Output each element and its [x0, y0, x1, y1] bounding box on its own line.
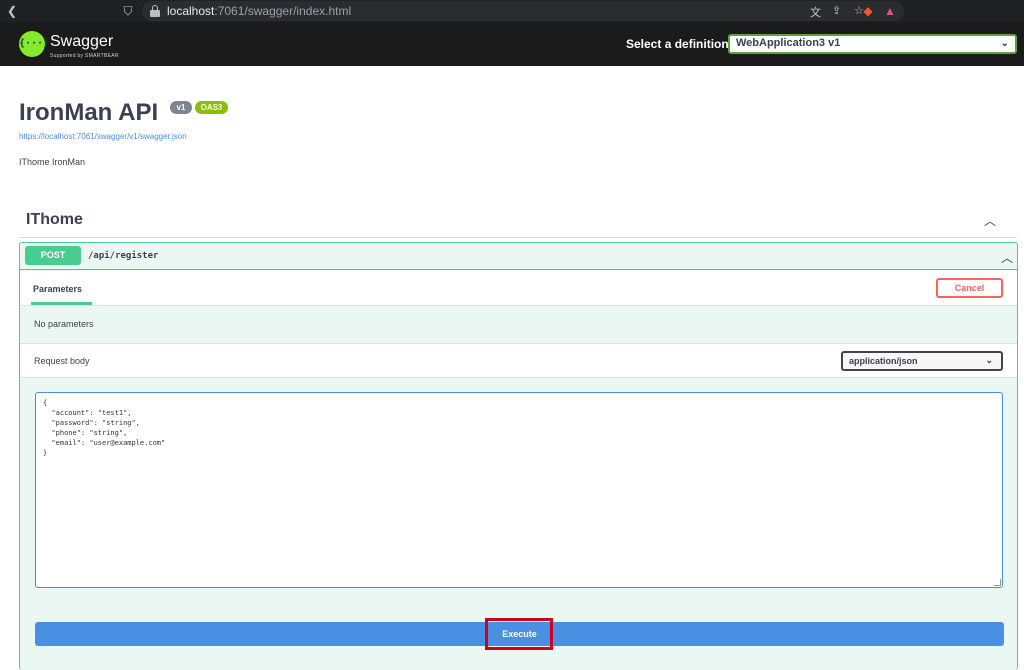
tab-parameters[interactable]: Parameters: [33, 284, 82, 294]
tab-active-indicator: [31, 302, 92, 305]
definition-select[interactable]: WebApplication3 v1 ⌄: [728, 34, 1017, 54]
request-body-editor[interactable]: { "account": "test1", "password": "strin…: [35, 392, 1003, 588]
definition-label: Select a definition: [626, 37, 729, 51]
resize-handle-icon[interactable]: [994, 579, 1001, 586]
request-body-header: Request body application/json ⌄: [20, 343, 1017, 378]
url-host: localhost: [167, 4, 215, 18]
collapse-chevron-icon[interactable]: ︿: [1001, 249, 1013, 266]
method-badge: POST: [25, 246, 81, 265]
lock-icon: [150, 5, 160, 17]
oas-badge: OAS3: [195, 101, 228, 114]
api-description: IThome IronMan: [19, 157, 86, 167]
translate-icon[interactable]: 文: [810, 4, 821, 20]
request-body-label: Request body: [34, 356, 90, 366]
api-title: IronMan API: [19, 99, 159, 126]
content-type-select[interactable]: application/json ⌄: [841, 351, 1003, 371]
smartbear-tagline: Supported by SMARTBEAR: [50, 53, 119, 59]
spec-url-link[interactable]: https://localhost:7061/swagger/v1/swagge…: [19, 132, 187, 141]
version-badge: v1: [170, 101, 192, 114]
url-path: :7061/swagger/index.html: [214, 4, 352, 18]
tag-divider: [19, 237, 1017, 238]
tag-header[interactable]: IThome: [26, 211, 83, 229]
operation-summary[interactable]: POST /api/register ︿: [20, 243, 1017, 270]
brave-shield-icon[interactable]: ◆: [860, 3, 876, 19]
brave-rewards-icon[interactable]: ▲: [882, 3, 898, 19]
chevron-down-icon: ⌄: [985, 355, 993, 365]
cancel-button[interactable]: Cancel: [936, 278, 1003, 298]
no-parameters-text: No parameters: [34, 319, 94, 329]
swagger-logo-icon: {···}: [19, 31, 49, 57]
chevron-up-icon[interactable]: ︿: [984, 212, 996, 229]
swagger-logo-text: Swagger: [50, 33, 114, 50]
address-bar[interactable]: localhost:7061/swagger/index.html 文 ⇪ ☆: [142, 1, 904, 21]
operation-block: POST /api/register ︿ Parameters Cancel N…: [19, 242, 1018, 670]
content-type-value: application/json: [849, 356, 918, 366]
parameters-header: Parameters Cancel: [20, 271, 1017, 306]
execute-highlight-box: [485, 618, 553, 650]
bookmark-icon[interactable]: ⛉: [120, 3, 136, 19]
share-icon[interactable]: ⇪: [832, 4, 841, 17]
definition-select-value: WebApplication3 v1: [736, 37, 841, 49]
operation-path: /api/register: [88, 251, 159, 261]
chevron-down-icon: ⌄: [1000, 38, 1009, 49]
browser-toolbar: ❮ ⛉ localhost:7061/swagger/index.html 文 …: [0, 0, 1024, 22]
back-icon[interactable]: ❮: [4, 3, 20, 19]
request-body-json[interactable]: { "account": "test1", "password": "strin…: [43, 398, 165, 458]
